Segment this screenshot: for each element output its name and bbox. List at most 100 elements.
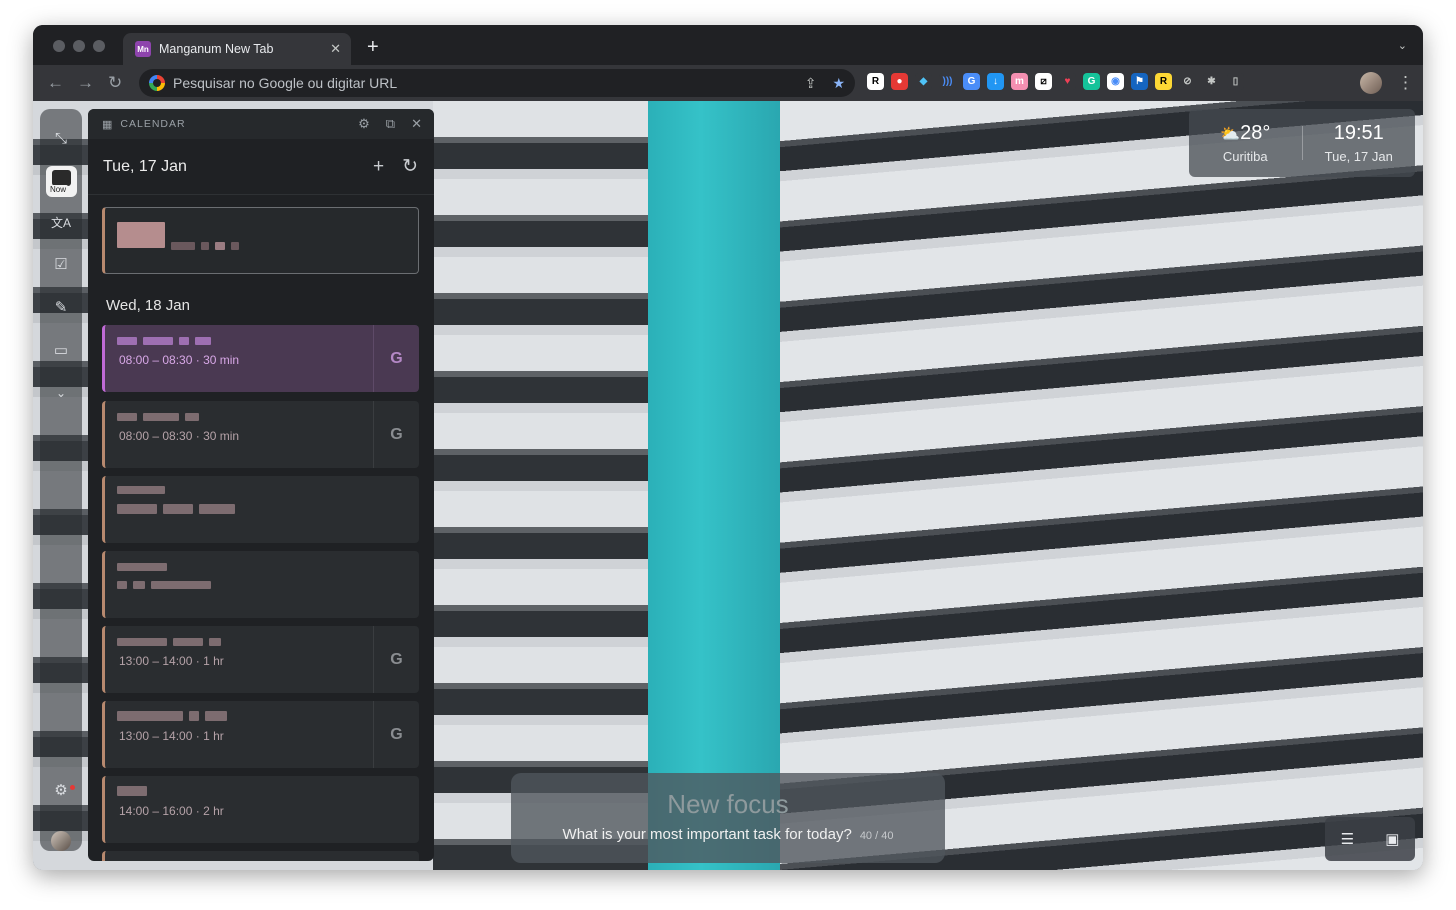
focus-title: New focus [667,789,789,819]
calendar-panel: ▦ CALENDAR ⚙ ⧉ ✕ Tue, 17 Jan + ↻ Wed, 18… [88,109,434,861]
new-tab-button[interactable]: + [367,37,379,57]
event-card[interactable] [102,207,419,274]
event-card[interactable] [102,551,419,618]
tab-manganum[interactable]: Mn Manganum New Tab ✕ [123,33,351,65]
tab-close-icon[interactable]: ✕ [330,41,341,57]
download-icon[interactable]: ↓ [987,73,1004,90]
weather-section: ⛅28° Curitiba [1189,122,1302,164]
grammarly-icon[interactable]: G [1083,73,1100,90]
profile-avatar[interactable] [1360,72,1382,94]
redacted-text [117,486,165,494]
google-calendar-icon[interactable]: G [373,401,419,468]
sidepanel-icon[interactable]: ▯ [1227,73,1244,90]
google-calendar-icon[interactable]: G [373,626,419,693]
section-date: Wed, 18 Jan [106,297,190,314]
refresh-button[interactable]: ↻ [402,155,418,178]
redacted-text [117,581,211,589]
now-badge: Now [48,185,69,194]
background-teal-column [648,101,780,870]
add-event-button[interactable]: + [373,156,384,178]
settings-gear-icon[interactable]: ⚙ [51,781,71,801]
redacted-text [117,337,211,345]
tab-title: Manganum New Tab [159,42,274,56]
m-icon[interactable]: m [1011,73,1028,90]
layout-toggle-icon[interactable]: ☰ [1341,830,1354,848]
event-time: 13:00 – 14:00 · 1 hr [119,654,224,668]
calendar-settings-icon[interactable]: ⚙ [358,116,370,132]
browser-window: Mn Manganum New Tab ✕ + ⌄ ← → ↻ Pesquisa… [33,25,1423,870]
user-avatar[interactable] [51,831,71,851]
event-card[interactable]: 14:00 – 16:00 · 2 hr [102,776,419,843]
puzzle-icon[interactable]: ✱ [1203,73,1220,90]
readwise-icon[interactable]: R [867,73,884,90]
calendar-header: ▦ CALENDAR ⚙ ⧉ ✕ [88,109,434,139]
day-header: Tue, 17 Jan + ↻ [88,139,434,195]
character-count: 40 / 40 [859,830,894,842]
blocked-icon[interactable]: ⊘ [1179,73,1196,90]
event-time: 14:00 – 16:00 · 2 hr [119,804,224,818]
translate-icon[interactable]: G [963,73,980,90]
temperature: 28° [1240,122,1271,144]
zoom-window-button[interactable] [93,40,105,52]
r-yellow-icon[interactable]: R [1155,73,1172,90]
close-window-button[interactable] [53,40,65,52]
calendar-small-icon: ▦ [102,118,113,131]
tasks-icon[interactable]: ☑ [51,255,71,275]
weather-clock-widget[interactable]: ⛅28° Curitiba 19:51 Tue, 17 Jan [1189,109,1415,177]
background-image-icon[interactable]: ▣ [1385,830,1399,848]
new-tab-content: ⤡ Now 文A ☑ ✎ ▭ ⌄ ⚙ ▦ CALENDAR ⚙ ⧉ ✕ Tue,… [33,101,1423,870]
bookmark-star-icon[interactable]: ★ [832,75,845,92]
event-card[interactable]: 08:00 – 08:30 · 30 min G [102,325,419,392]
close-panel-icon[interactable]: ✕ [411,116,422,132]
redacted-text [171,242,239,250]
event-card[interactable]: 13:00 – 14:00 · 1 hr G [102,626,419,693]
browser-toolbar: ← → ↻ Pesquisar no Google ou digitar URL… [33,65,1423,101]
background-building-left [433,101,648,870]
google-calendar-icon[interactable]: G [373,701,419,768]
weather-partly-cloudy-icon: ⛅ [1220,126,1241,143]
lens-icon[interactable]: ◉ [1107,73,1124,90]
forward-button[interactable]: → [77,73,94,93]
redacted-text [117,222,165,248]
address-bar[interactable]: Pesquisar no Google ou digitar URL ⇪ ★ [139,69,855,97]
bottom-tools: ☰ ▣ [1325,817,1415,861]
minimize-window-button[interactable] [73,40,85,52]
event-time: 13:00 – 14:00 · 1 hr [119,729,224,743]
google-calendar-icon[interactable]: G [373,325,419,392]
more-chevron-icon[interactable]: ⌄ [51,383,71,403]
back-button[interactable]: ← [47,73,64,93]
event-time: 08:00 – 08:30 · 30 min [119,353,240,367]
chat-icon[interactable]: ▭ [51,341,71,361]
collapse-icon[interactable]: ⤡ [51,129,71,149]
diamond-icon[interactable]: ◆ [915,73,932,90]
event-card[interactable] [102,851,419,861]
window-controls [53,40,105,52]
clock-time: 19:51 [1333,122,1384,144]
voice-icon[interactable]: ))) [939,73,956,90]
current-day-title: Tue, 17 Jan [103,157,187,175]
notes-icon[interactable]: ✎ [51,298,71,318]
browser-menu-button[interactable]: ⋮ [1397,73,1414,93]
focus-input[interactable]: What is your most important task for tod… [563,826,852,843]
event-time: 08:00 – 08:30 · 30 min [119,429,240,443]
event-card[interactable]: 13:00 – 14:00 · 1 hr G [102,701,419,768]
city-name: Curitiba [1222,149,1268,164]
notification-dot [70,785,75,790]
pokeball-icon[interactable]: ● [891,73,908,90]
app-rail: ⤡ Now 文A ☑ ✎ ▭ ⌄ ⚙ [40,109,82,851]
reload-button[interactable]: ↻ [108,73,122,93]
translate-icon[interactable]: 文A [51,213,71,233]
notion-icon[interactable]: ⧄ [1035,73,1052,90]
address-placeholder: Pesquisar no Google ou digitar URL [173,75,398,91]
flag-icon[interactable]: ⚑ [1131,73,1148,90]
tab-search-button[interactable]: ⌄ [1398,39,1407,52]
event-card[interactable]: 08:00 – 08:30 · 30 min G [102,401,419,468]
calendar-now-button[interactable]: Now [46,166,77,197]
event-card[interactable] [102,476,419,543]
focus-widget[interactable]: New focus What is your most important ta… [511,773,945,863]
calendar-icon [52,170,71,186]
share-icon[interactable]: ⇪ [805,75,817,92]
pocket-icon[interactable]: ♥ [1059,73,1076,90]
open-external-icon[interactable]: ⧉ [386,116,395,132]
redacted-text [117,711,227,721]
